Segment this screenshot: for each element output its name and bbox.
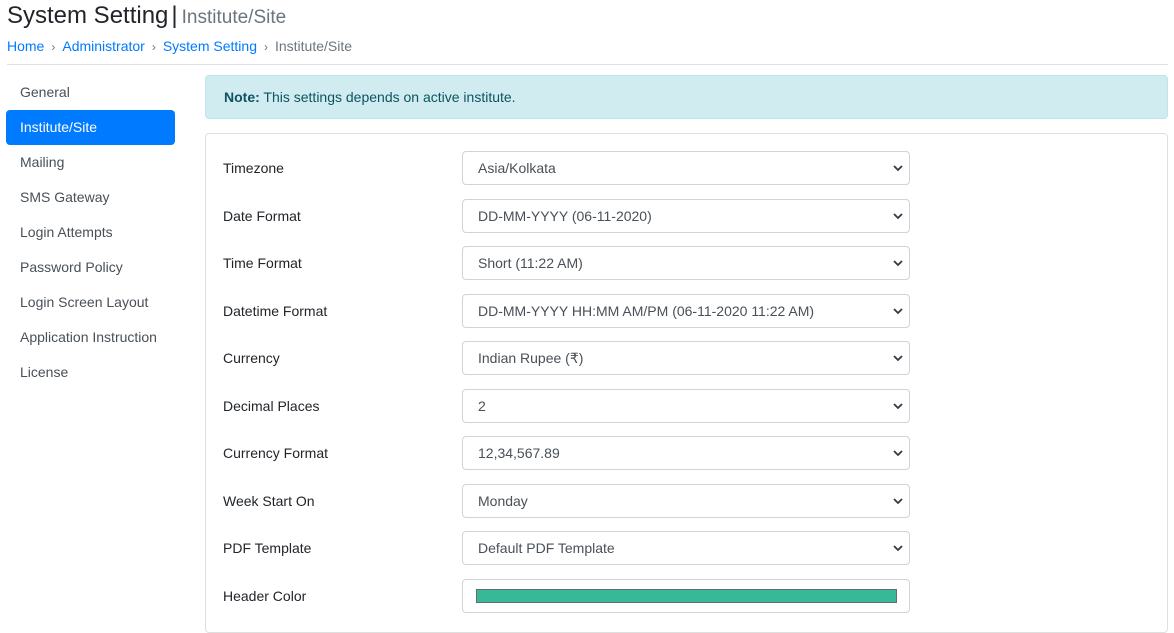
sidebar-item-application-instruction[interactable]: Application Instruction	[6, 320, 175, 355]
breadcrumb-administrator[interactable]: Administrator	[62, 38, 144, 54]
datetime-format-select[interactable]: DD-MM-YYYY HH:MM AM/PM (06-11-2020 11:22…	[462, 293, 910, 328]
settings-sidebar: General Institute/Site Mailing SMS Gatew…	[6, 75, 175, 390]
breadcrumb-separator-icon: ›	[151, 40, 156, 54]
currency-format-label: Currency Format	[223, 445, 329, 461]
date-format-value: DD-MM-YYYY (06-11-2020)	[478, 207, 652, 224]
header-color-swatch[interactable]	[476, 588, 897, 603]
breadcrumb-separator-icon: ›	[263, 40, 268, 54]
form-row-time-format: Time Format Short (11:22 AM)	[206, 246, 1167, 280]
chevron-down-icon	[893, 450, 903, 457]
decimal-places-value: 2	[478, 397, 486, 414]
form-row-decimal-places: Decimal Places 2	[206, 388, 1167, 423]
chevron-down-icon	[893, 165, 903, 172]
form-row-date-format: Date Format DD-MM-YYYY (06-11-2020)	[206, 198, 1167, 233]
chevron-down-icon	[893, 402, 903, 409]
currency-select[interactable]: Indian Rupee (₹)	[462, 341, 910, 375]
pdf-template-select[interactable]: Default PDF Template	[462, 531, 910, 565]
datetime-format-label: Datetime Format	[223, 302, 328, 319]
form-row-datetime-format: Datetime Format DD-MM-YYYY HH:MM AM/PM (…	[206, 293, 1167, 328]
week-start-select[interactable]: Monday	[462, 483, 910, 518]
week-start-value: Monday	[478, 492, 528, 509]
sidebar-item-login-screen-layout[interactable]: Login Screen Layout	[6, 285, 175, 320]
form-row-week-start: Week Start On Monday	[206, 483, 1167, 518]
time-format-label: Time Format	[223, 255, 302, 271]
sidebar-item-license[interactable]: License	[6, 355, 175, 390]
chevron-down-icon	[893, 212, 903, 219]
sidebar-item-institute-site[interactable]: Institute/Site	[6, 110, 175, 145]
form-row-currency: Currency Indian Rupee (₹)	[206, 341, 1167, 375]
timezone-value: Asia/Kolkata	[478, 160, 556, 176]
datetime-format-value: DD-MM-YYYY HH:MM AM/PM (06-11-2020 11:22…	[478, 302, 815, 319]
timezone-select[interactable]: Asia/Kolkata	[462, 151, 910, 185]
currency-label: Currency	[223, 350, 280, 366]
page-title-main: System Setting	[7, 2, 169, 29]
title-separator: |	[171, 2, 178, 29]
header-color-input[interactable]	[462, 578, 910, 613]
currency-format-select[interactable]: 12,34,567.89	[462, 436, 910, 470]
page-subtitle: Institute/Site	[181, 7, 287, 28]
page-title: System Setting | Institute/Site	[7, 0, 286, 34]
settings-form-card: Timezone Asia/Kolkata Date Format DD-MM-…	[205, 133, 1168, 633]
note-text: This settings depends on active institut…	[259, 89, 516, 105]
form-row-header-color: Header Color	[206, 578, 1167, 613]
sidebar-item-sms-gateway[interactable]: SMS Gateway	[6, 180, 175, 215]
sidebar-item-general[interactable]: General	[6, 75, 175, 110]
header-color-label: Header Color	[223, 587, 307, 604]
pdf-template-label: PDF Template	[223, 540, 312, 556]
chevron-down-icon	[893, 260, 903, 267]
date-format-label: Date Format	[223, 207, 301, 224]
chevron-down-icon	[893, 497, 903, 504]
note-alert: Note: This settings depends on active in…	[205, 75, 1168, 119]
chevron-down-icon	[893, 355, 903, 362]
sidebar-item-mailing[interactable]: Mailing	[6, 145, 175, 180]
page-header: System Setting | Institute/Site	[7, 0, 286, 34]
currency-value: Indian Rupee (₹)	[478, 350, 584, 366]
decimal-places-label: Decimal Places	[223, 397, 320, 414]
form-row-pdf-template: PDF Template Default PDF Template	[206, 531, 1167, 565]
timezone-label: Timezone	[223, 160, 284, 176]
sidebar-item-password-policy[interactable]: Password Policy	[6, 250, 175, 285]
time-format-select[interactable]: Short (11:22 AM)	[462, 246, 910, 280]
form-row-timezone: Timezone Asia/Kolkata	[206, 151, 1167, 185]
pdf-template-value: Default PDF Template	[478, 540, 615, 556]
decimal-places-select[interactable]: 2	[462, 388, 910, 423]
chevron-down-icon	[893, 307, 903, 314]
chevron-down-icon	[893, 545, 903, 552]
note-prefix: Note:	[224, 89, 260, 105]
breadcrumb-separator-icon: ›	[51, 40, 56, 54]
form-row-currency-format: Currency Format 12,34,567.89	[206, 436, 1167, 470]
breadcrumb-system-setting[interactable]: System Setting	[163, 38, 257, 54]
sidebar-item-login-attempts[interactable]: Login Attempts	[6, 215, 175, 250]
header-divider	[7, 64, 1168, 65]
breadcrumb: Home › Administrator › System Setting › Instit…	[7, 37, 352, 56]
breadcrumb-current: Institute/Site	[274, 38, 353, 54]
week-start-label: Week Start On	[223, 492, 315, 509]
currency-format-value: 12,34,567.89	[478, 445, 560, 461]
breadcrumb-home[interactable]: Home	[7, 38, 44, 54]
time-format-value: Short (11:22 AM)	[478, 255, 583, 271]
date-format-select[interactable]: DD-MM-YYYY (06-11-2020)	[462, 198, 910, 233]
